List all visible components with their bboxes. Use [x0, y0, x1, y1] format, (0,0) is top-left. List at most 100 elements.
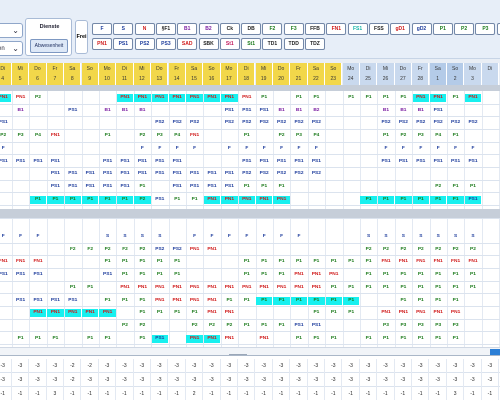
shift-cell[interactable]: P1 [99, 132, 115, 140]
shift-cell[interactable]: P1 [239, 132, 255, 140]
shift-cell[interactable]: F [395, 145, 411, 153]
shift-cell[interactable]: F [186, 145, 202, 153]
shift-cell[interactable]: PS2 [291, 170, 307, 178]
shift-cell[interactable]: P1 [134, 258, 150, 266]
shift-cell[interactable]: PS1 [30, 297, 46, 305]
date-header-cell[interactable]: Sa 8 [64, 63, 82, 85]
shift-cell[interactable]: PN1 [169, 94, 186, 102]
shift-cell[interactable]: P1 [65, 284, 81, 292]
shift-cell[interactable]: P1 [465, 271, 481, 279]
shift-cell[interactable]: P1 [447, 183, 463, 191]
shift-cell[interactable]: P1 [134, 335, 150, 343]
shift-cell[interactable]: PN1 [395, 309, 411, 317]
date-header-cell[interactable]: Fr 14 [168, 63, 186, 85]
shift-cell[interactable]: PN1 [204, 297, 220, 305]
shift-cell[interactable]: PS1 [256, 107, 272, 115]
shift-cell[interactable]: F [169, 145, 185, 153]
shift-cell[interactable]: P1 [326, 258, 342, 266]
shift-cell[interactable]: P3 [152, 132, 168, 140]
shift-cell[interactable]: F [221, 233, 237, 241]
shift-cell[interactable]: P1 [325, 296, 342, 305]
shift-cell[interactable]: PN1 [203, 94, 221, 102]
shift-cell[interactable]: PS1 [151, 334, 168, 343]
shift-cell[interactable]: PS1 [117, 170, 133, 178]
shift-button-ps3[interactable]: PS3 [155, 38, 176, 50]
shift-cell[interactable]: P1 [447, 195, 464, 204]
shift-cell[interactable]: P2 [134, 132, 150, 140]
shift-cell[interactable]: PS1 [221, 183, 237, 191]
shift-cell[interactable]: P1 [256, 94, 272, 102]
shift-cell[interactable]: PN1 [413, 309, 429, 317]
shift-cell[interactable]: PN1 [152, 284, 168, 292]
shift-cell[interactable]: PS1 [378, 158, 394, 166]
shift-cell[interactable]: PS1 [117, 183, 133, 191]
shift-cell[interactable]: F [30, 233, 46, 241]
shift-button-p1[interactable]: P1 [432, 23, 453, 35]
date-header-cell[interactable]: Mo 10 [98, 63, 117, 85]
shift-button-ffb[interactable]: FFB [305, 23, 325, 35]
shift-cell[interactable]: P1 [412, 195, 429, 204]
shift-cell[interactable]: S [430, 233, 446, 241]
shift-cell[interactable]: B1 [99, 107, 115, 115]
date-header-cell[interactable]: Do 27 [394, 63, 413, 85]
shift-cell[interactable]: P4 [308, 132, 324, 140]
shift-button-td1[interactable]: TD1 [262, 38, 283, 50]
shift-cell[interactable]: P1 [447, 132, 463, 140]
shift-cell[interactable]: P1 [378, 132, 394, 140]
shift-cell[interactable]: PN1 [221, 309, 237, 317]
shift-cell[interactable]: PS2 [239, 170, 255, 178]
shift-cell[interactable]: PN1 [256, 335, 272, 343]
shift-cell[interactable]: F [256, 233, 272, 241]
shift-cell[interactable]: P1 [99, 195, 116, 204]
shift-cell[interactable]: F [273, 233, 289, 241]
shift-cell[interactable]: P2 [430, 246, 446, 254]
shift-cell[interactable]: F [291, 233, 307, 241]
shift-cell[interactable]: P1 [273, 183, 289, 191]
shift-cell[interactable]: P1 [377, 195, 395, 204]
shift-cell[interactable]: P2 [395, 132, 411, 140]
date-header-cell[interactable]: Fr 28 [412, 63, 430, 85]
shift-cell[interactable]: P1 [447, 335, 463, 343]
shift-cell[interactable]: P1 [395, 195, 412, 204]
shift-cell[interactable]: P1 [273, 271, 289, 279]
shift-button-b2[interactable]: B2 [198, 23, 219, 35]
shift-cell[interactable]: F [378, 145, 394, 153]
shift-cell[interactable]: PS2 [291, 119, 307, 127]
shift-cell[interactable]: P3 [395, 322, 411, 330]
shift-cell[interactable]: PS1 [239, 158, 255, 166]
shift-cell[interactable]: P1 [308, 309, 324, 317]
shift-cell[interactable]: P1 [82, 335, 98, 343]
shift-cell[interactable]: P1 [343, 309, 359, 317]
shift-cell[interactable]: PN1 [308, 284, 324, 292]
shift-cell[interactable]: P1 [430, 284, 446, 292]
shift-cell[interactable]: PS1 [186, 170, 202, 178]
shift-cell[interactable]: B1 [134, 107, 150, 115]
shift-cell[interactable]: P1 [134, 183, 150, 191]
date-header-cell[interactable]: Mo 17 [220, 63, 239, 85]
shift-cell[interactable]: P1 [378, 94, 394, 102]
shift-cell[interactable]: PN1 [326, 271, 342, 279]
date-header-cell[interactable]: Di 11 [116, 63, 134, 85]
shift-cell[interactable]: S [378, 233, 394, 241]
shift-cell[interactable]: PS2 [186, 119, 202, 127]
shift-cell[interactable]: P2 [465, 246, 481, 254]
shift-cell[interactable]: P1 [256, 322, 272, 330]
shift-cell[interactable]: P1 [169, 271, 185, 279]
shift-cell[interactable]: P1 [413, 335, 429, 343]
shift-cell[interactable]: PS1 [65, 170, 81, 178]
date-header-cell[interactable]: Fr 7 [46, 63, 65, 85]
shift-cell[interactable]: P1 [273, 296, 290, 305]
shift-cell[interactable]: PN1 [151, 94, 168, 102]
shift-cell[interactable]: F2 [82, 246, 98, 254]
shift-button-fs1[interactable]: FS1 [347, 23, 368, 35]
shift-cell[interactable]: F [447, 145, 463, 153]
shift-cell[interactable]: PN1 [291, 284, 307, 292]
absence-button[interactable]: Abwesenheit [30, 39, 68, 53]
shift-cell[interactable]: P2 [134, 246, 150, 254]
shift-cell[interactable]: PS2 [308, 119, 324, 127]
shift-cell[interactable]: PN1 [308, 271, 324, 279]
shift-cell[interactable]: P2 [99, 246, 115, 254]
shift-cell[interactable]: P1 [360, 258, 376, 266]
shift-button-gd2[interactable]: gD2 [411, 23, 432, 35]
shift-cell[interactable]: PS1 [291, 158, 307, 166]
